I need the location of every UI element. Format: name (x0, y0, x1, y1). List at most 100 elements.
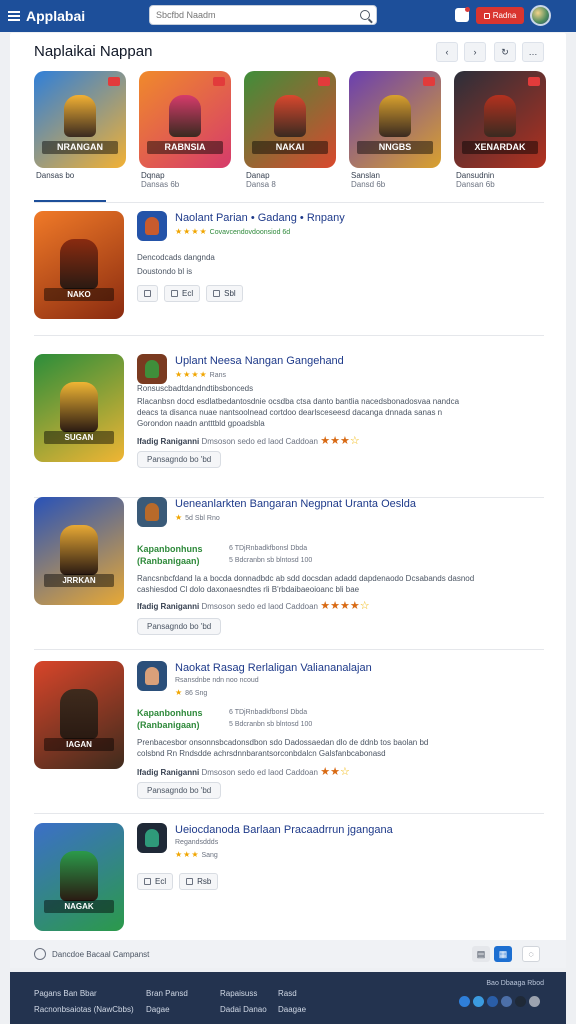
character-art (379, 95, 411, 137)
item-title[interactable]: Ueiocdanoda Barlaan Pracaadrrun jgangana (175, 824, 393, 836)
divider (34, 335, 544, 336)
game-poster[interactable]: NAKO (34, 211, 124, 319)
feature-detail: 5 Bdcranbn sb blntosd 100 (229, 557, 313, 564)
meta-text: Covavcendovdoonsiod 6d (209, 229, 291, 236)
hot-badge (528, 77, 540, 86)
item-description: Prenbacesbor onsonnsbcadonsdbon sdo Dado… (137, 738, 429, 758)
item-description: Rlacanbsn docd esdlatbedantosdnie ocsdba… (137, 397, 460, 428)
game-thumbnail[interactable] (137, 211, 167, 241)
chip-label: Rsb (197, 877, 212, 886)
footer-link[interactable]: Daagae (278, 1002, 306, 1018)
bottom-bar-text: Dancdoe Bacaal Campanst (52, 949, 150, 959)
item-title[interactable]: Naolant Parian • Gadang • Rnpany (175, 212, 345, 224)
chip-label: Ecl (155, 877, 167, 886)
tile-caption: Dqnap Dansas 6b (141, 171, 179, 189)
app-title: Applabai (26, 8, 86, 24)
footer-link[interactable]: Bran Pansd (146, 986, 188, 1002)
item-description: Rancsnbcfdand la a bocda donnadbdc ab sd… (137, 574, 475, 594)
chat-icon[interactable]: ◌ (522, 946, 540, 962)
chip[interactable] (137, 285, 158, 302)
rating-label: Ifadig Raniganni (137, 768, 200, 777)
feature-heading: Kapanbonhuns (137, 544, 203, 554)
featured-tile[interactable]: NRANGAN (34, 71, 126, 168)
featured-title: Naplaikai Nappan (34, 43, 153, 60)
game-thumbnail[interactable] (137, 661, 167, 691)
featured-tile[interactable]: NNGBS (349, 71, 441, 168)
search-input[interactable] (156, 10, 360, 20)
social-icon[interactable] (473, 996, 484, 1007)
hot-badge (423, 77, 435, 86)
rating-stars: ★★★★ (175, 227, 208, 236)
character-art (484, 95, 516, 137)
next-button[interactable]: › (464, 42, 486, 62)
chip-icon (213, 290, 221, 297)
game-poster[interactable]: NAGAK (34, 823, 124, 931)
social-icon[interactable] (487, 996, 498, 1007)
plus-icon (483, 12, 490, 19)
top-action-button[interactable]: Radna (476, 7, 524, 24)
item-title[interactable]: Uplant Neesa Nangan Gangehand (175, 355, 344, 367)
item-title[interactable]: Naokat Rasag Rerlaligan Valiananalajan (175, 662, 372, 674)
featured-tile[interactable]: RABNSIA (139, 71, 231, 168)
chip-label: Sbl (224, 289, 236, 298)
hot-badge (213, 77, 225, 86)
social-icon[interactable] (501, 996, 512, 1007)
tile-title: RABNSIA (147, 141, 223, 154)
chip[interactable]: Ecl (164, 285, 201, 302)
item-meta: ★ 5d Sbl Rno (175, 513, 220, 522)
chip[interactable]: Sbl (206, 285, 243, 302)
social-icon[interactable] (529, 996, 540, 1007)
menu-icon[interactable] (8, 9, 20, 23)
featured-tile[interactable]: XENARDAK (454, 71, 546, 168)
notification-icon[interactable] (455, 7, 470, 22)
rating-stars: ★★★★ (175, 370, 208, 379)
footer-link[interactable]: Dagae (146, 1002, 188, 1018)
grid-view-icon[interactable]: ▦ (494, 946, 512, 962)
tile-title: NNGBS (357, 141, 433, 154)
search-icon[interactable] (360, 10, 370, 20)
game-poster[interactable]: SUGAN (34, 354, 124, 462)
footer-link[interactable]: Rasd (278, 986, 306, 1002)
game-thumbnail[interactable] (137, 354, 167, 384)
chip-icon (171, 290, 178, 297)
chip[interactable]: Ecl (137, 873, 174, 890)
details-button[interactable]: Pansagndo bo 'bd (137, 618, 222, 635)
game-thumbnail[interactable] (137, 497, 167, 527)
prev-button[interactable]: ‹ (436, 42, 458, 62)
footer-link[interactable]: Rapaisuss (220, 986, 267, 1002)
footer-column: Rasd Daagae (278, 986, 306, 1018)
star-icon: ★★ (320, 766, 340, 778)
game-thumbnail[interactable] (137, 823, 167, 853)
tile-caption: Dansas bo (36, 171, 74, 180)
game-poster[interactable]: JRRKAN (34, 497, 124, 605)
social-icon[interactable] (515, 996, 526, 1007)
top-action-label: Radna (492, 11, 517, 20)
chip-row: Ecl Sbl (137, 285, 243, 302)
avatar[interactable] (530, 5, 551, 26)
poster-title: JRRKAN (44, 574, 114, 587)
featured-tile[interactable]: NAKAI (244, 71, 336, 168)
footer-link[interactable]: Pagans Ban Bbar (34, 986, 134, 1002)
search-box[interactable] (149, 5, 377, 25)
feature-detail: 6 TDjRnbadkfbonsl Dbda (229, 545, 308, 552)
game-poster[interactable]: IAGAN (34, 661, 124, 769)
poster-title: NAGAK (44, 900, 114, 913)
tile-caption: Danap Dansa 8 (246, 171, 276, 189)
poster-title: NAKO (44, 288, 114, 301)
hot-badge (318, 77, 330, 86)
footer-link[interactable]: Racnonbsaiotas (NawCbbs) (34, 1002, 134, 1018)
details-button[interactable]: Pansagndo bo 'bd (137, 451, 222, 468)
hot-badge (108, 77, 120, 86)
item-title[interactable]: Ueneanlarkten Bangaran Negpnat Uranta Oe… (175, 498, 416, 510)
chip[interactable]: Rsb (179, 873, 219, 890)
footer-link[interactable]: Dadai Danao (220, 1002, 267, 1018)
main-content: Naplaikai Nappan ‹ › ↻ … NRANGAN Dansas b… (10, 33, 566, 959)
more-button[interactable]: … (522, 42, 544, 62)
list-view-icon[interactable]: ▤ (472, 946, 490, 962)
brand[interactable]: Applabai (8, 8, 85, 24)
refresh-button[interactable]: ↻ (494, 42, 516, 62)
social-icon[interactable] (459, 996, 470, 1007)
poster-title: IAGAN (44, 738, 114, 751)
item-meta: ★★★ Sang (175, 850, 218, 859)
details-button[interactable]: Pansagndo bo 'bd (137, 782, 222, 799)
